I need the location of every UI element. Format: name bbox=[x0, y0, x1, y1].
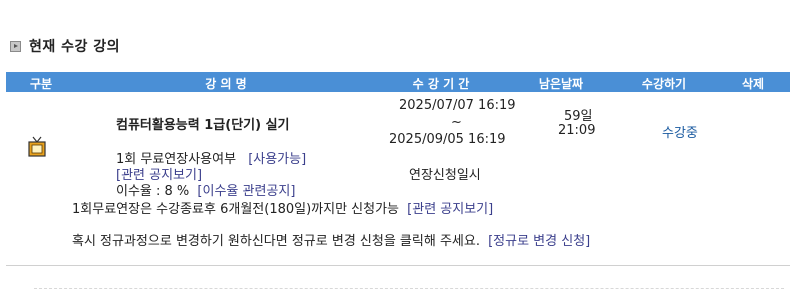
remaining-time: 21:09 bbox=[558, 123, 596, 138]
status-link[interactable]: 수강중 bbox=[662, 122, 698, 141]
extension-note-row: 1회무료연장은 수강종료후 6개월전(180일)까지만 신청가능 [관련 공지보… bbox=[72, 198, 493, 217]
header-remaining: 남은날짜 bbox=[538, 77, 584, 91]
bullet-square-icon bbox=[10, 40, 21, 52]
table-header: 구분 강 의 명 수 강 기 간 남은날짜 수강하기 삭제 bbox=[6, 72, 790, 92]
extension-note: 1회무료연장은 수강종료후 6개월전(180일)까지만 신청가능 bbox=[72, 202, 400, 217]
section-title-text: 현재 수강 강의 bbox=[29, 39, 121, 55]
divider bbox=[6, 265, 790, 266]
remaining-days: 59일 bbox=[564, 109, 593, 124]
switch-note: 혹시 정규과정으로 변경하기 원하신다면 정규로 변경 신청을 클릭해 주세요. bbox=[72, 234, 480, 249]
extension-note-link[interactable]: [관련 공지보기] bbox=[407, 202, 493, 217]
period-start: 2025/07/07 16:19 bbox=[399, 98, 516, 113]
switch-link[interactable]: [정규로 변경 신청] bbox=[488, 234, 590, 249]
extension-available-link[interactable]: [사용가능] bbox=[248, 152, 306, 167]
completion-link[interactable]: [이수율 관련공지] bbox=[197, 184, 295, 199]
period-tilde: ~ bbox=[451, 115, 462, 130]
header-period: 수 강 기 간 bbox=[412, 77, 470, 91]
tv-icon bbox=[28, 136, 46, 157]
header-course-name: 강 의 명 bbox=[205, 77, 247, 91]
period-end: 2025/09/05 16:19 bbox=[389, 132, 506, 147]
section-title: 현재 수강 강의 bbox=[10, 36, 120, 56]
course-title[interactable]: 컴퓨터활용능력 1급(단기) 실기 bbox=[116, 114, 290, 133]
header-delete: 삭제 bbox=[741, 77, 765, 91]
switch-note-row: 혹시 정규과정으로 변경하기 원하신다면 정규로 변경 신청을 클릭해 주세요.… bbox=[72, 230, 590, 249]
extension-apply: 연장신청일시 bbox=[409, 168, 481, 183]
completion-row: 이수율 : 8 % [이수율 관련공지] bbox=[116, 180, 295, 199]
header-type: 구분 bbox=[29, 77, 53, 91]
header-enroll: 수강하기 bbox=[641, 77, 687, 91]
completion-text: 이수율 : 8 % bbox=[116, 184, 190, 199]
